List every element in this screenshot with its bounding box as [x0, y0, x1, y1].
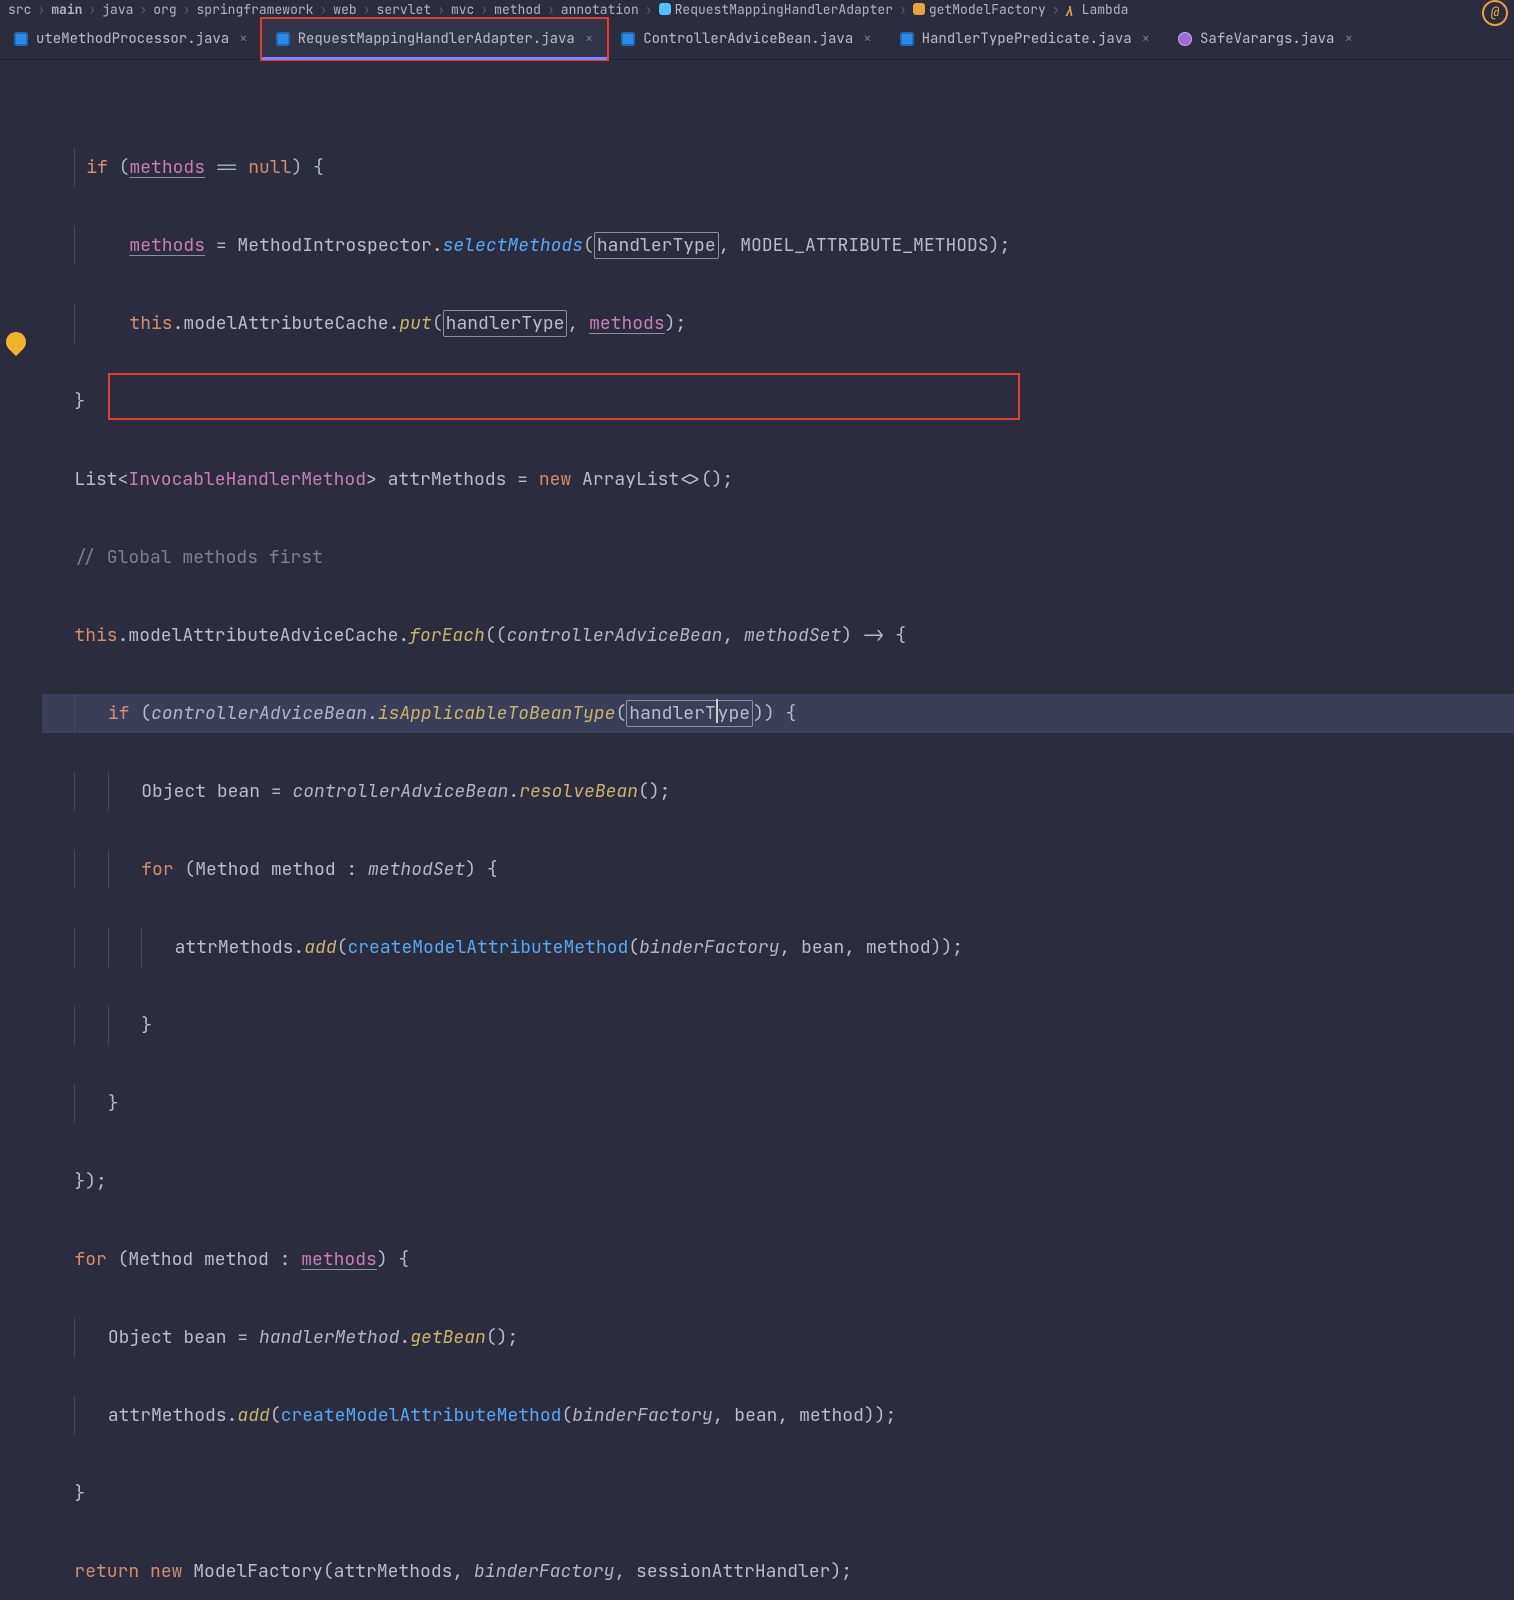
close-icon[interactable]: ×	[863, 30, 871, 48]
code-line: attrMethods.add(createModelAttributeMeth…	[42, 1396, 1514, 1435]
code-line: if (methods == null) {	[42, 148, 1514, 187]
code-line: }	[42, 1006, 1514, 1045]
code-line: List<InvocableHandlerMethod> attrMethods…	[42, 460, 1514, 499]
bc-item[interactable]: servlet	[377, 1, 432, 18]
editor-tabbar: uteMethodProcessor.java × RequestMappingH…	[0, 18, 1514, 60]
code-line: }	[42, 1474, 1514, 1513]
breadcrumb: src› main› java› org› springframework› w…	[0, 0, 1514, 18]
bc-item[interactable]: org	[153, 1, 176, 18]
bc-item[interactable]: annotation	[561, 1, 639, 18]
close-icon[interactable]: ×	[239, 30, 247, 48]
bc-item[interactable]: java	[102, 1, 133, 18]
java-class-icon	[900, 32, 914, 46]
intention-bulb-icon[interactable]	[2, 328, 30, 356]
tab-file[interactable]: ControllerAdviceBean.java ×	[607, 19, 885, 59]
tab-file[interactable]: HandlerTypePredicate.java ×	[886, 19, 1164, 59]
lambda-icon: λ	[1066, 3, 1078, 15]
bc-item[interactable]: main	[51, 1, 82, 18]
bc-item[interactable]: RequestMappingHandlerAdapter	[675, 1, 893, 18]
bc-item[interactable]: src	[8, 1, 31, 18]
tab-file[interactable]: SafeVarargs.java ×	[1164, 19, 1367, 59]
code-line: return new ModelFactory(attrMethods, bin…	[42, 1552, 1514, 1591]
code-line: });	[42, 1162, 1514, 1201]
code-line: }	[42, 1084, 1514, 1123]
code-line: this.modelAttributeCache.put(handlerType…	[42, 304, 1514, 343]
code-line: for (Method method : methods) {	[42, 1240, 1514, 1279]
bc-item[interactable]: Lambda	[1082, 1, 1129, 18]
reader-mode-icon[interactable]: @	[1482, 0, 1508, 18]
java-class-icon	[621, 32, 635, 46]
tab-label: SafeVarargs.java	[1200, 30, 1334, 48]
annotation-icon	[1178, 32, 1192, 46]
code-line: attrMethods.add(createModelAttributeMeth…	[42, 928, 1514, 967]
close-icon[interactable]: ×	[585, 30, 593, 48]
code-editor[interactable]: if (methods == null) { methods = MethodI…	[0, 60, 1514, 1600]
code-line: this.modelAttributeAdviceCache.forEach((…	[42, 616, 1514, 655]
bc-item[interactable]: getModelFactory	[929, 1, 1046, 18]
tab-label: HandlerTypePredicate.java	[922, 30, 1132, 48]
close-icon[interactable]: ×	[1142, 30, 1150, 48]
tab-file[interactable]: uteMethodProcessor.java ×	[0, 19, 262, 59]
code-line: for (Method method : methodSet) {	[42, 850, 1514, 889]
bc-item[interactable]: mvc	[451, 1, 474, 18]
code-line: // Global methods first	[42, 538, 1514, 577]
java-class-icon	[276, 32, 290, 46]
code-line-highlighted: if (controllerAdviceBean.isApplicableToB…	[42, 694, 1514, 733]
bc-item[interactable]: springframework	[196, 1, 313, 18]
method-icon	[913, 3, 925, 15]
bc-item[interactable]: web	[333, 1, 356, 18]
class-icon	[659, 3, 671, 15]
java-class-icon	[14, 32, 28, 46]
tab-label: RequestMappingHandlerAdapter.java	[298, 30, 575, 48]
tab-file-active[interactable]: RequestMappingHandlerAdapter.java ×	[262, 19, 608, 59]
close-icon[interactable]: ×	[1344, 30, 1352, 48]
tab-label: ControllerAdviceBean.java	[643, 30, 853, 48]
code-line: methods = MethodIntrospector.selectMetho…	[42, 226, 1514, 265]
code-line: Object bean = controllerAdviceBean.resol…	[42, 772, 1514, 811]
tab-label: uteMethodProcessor.java	[36, 30, 229, 48]
code-line: }	[42, 382, 1514, 421]
code-line: Object bean = handlerMethod.getBean();	[42, 1318, 1514, 1357]
bc-item[interactable]: method	[494, 1, 541, 18]
